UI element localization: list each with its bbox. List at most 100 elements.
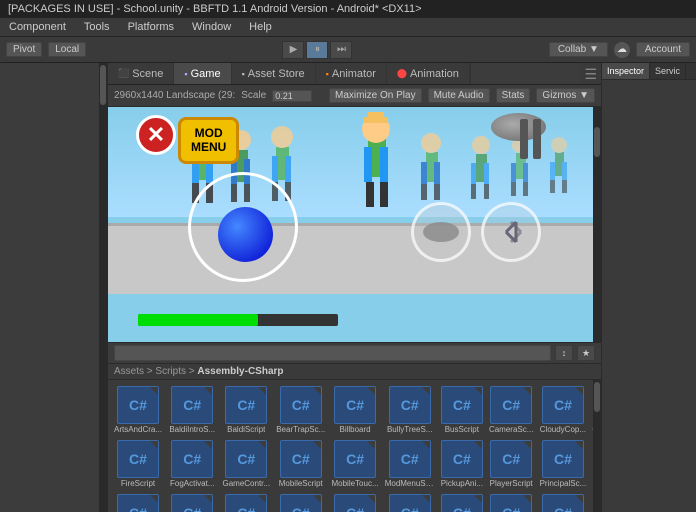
asset-item[interactable]: C#WoodPicku... xyxy=(537,492,588,512)
close-button[interactable]: ✕ xyxy=(136,115,176,155)
asset-item[interactable]: C#BaldiScript xyxy=(220,384,272,436)
pivot-button[interactable]: Pivot xyxy=(6,42,42,57)
assets-scrollbar-thumb xyxy=(594,382,600,412)
asset-item[interactable]: C#PickupAni... xyxy=(439,438,485,490)
asset-item[interactable]: C#BearTrapSc... xyxy=(274,384,327,436)
menu-component[interactable]: Component xyxy=(6,20,69,34)
tab-asset-store-label: Asset Store xyxy=(248,68,305,80)
asset-item[interactable]: C#FireScript xyxy=(112,438,164,490)
animator-icon: ▪ xyxy=(326,69,329,79)
asset-label: MobileTouc... xyxy=(331,479,378,488)
assets-star-btn[interactable]: ★ xyxy=(577,345,595,361)
assets-sort-btn[interactable]: ↕ xyxy=(555,345,573,361)
asset-label: BaldiIntroS... xyxy=(169,425,215,434)
asset-cs-icon: C# xyxy=(117,494,159,512)
asset-cs-icon: C# xyxy=(542,494,584,512)
asset-cs-icon: C# xyxy=(334,440,376,478)
asset-cs-icon: C# xyxy=(389,440,431,478)
left-scrollbar[interactable] xyxy=(99,63,107,512)
asset-item[interactable]: C#SlideshowS... xyxy=(166,492,218,512)
tab-service[interactable]: Servic xyxy=(650,63,686,79)
asset-item[interactable]: C#BullyTreeS... xyxy=(383,384,437,436)
asset-item[interactable]: C#PlayerScript xyxy=(487,438,535,490)
asset-item[interactable]: C#MobileTouc... xyxy=(329,438,380,490)
asset-item[interactable]: C#ArtsAndCra... xyxy=(112,384,164,436)
tab-inspector[interactable]: Inspector xyxy=(602,63,650,79)
tab-close-icon[interactable]: ☰ xyxy=(580,63,601,84)
asset-item[interactable]: C#FogActivat... xyxy=(166,438,218,490)
asset-item[interactable]: C#TreeScript xyxy=(383,492,437,512)
asset-item[interactable]: C#GameContr... xyxy=(220,438,272,490)
mod-menu-button[interactable]: MOD MENU xyxy=(178,117,239,164)
play-controls: ▶ ⏸ ⏭ xyxy=(282,41,352,59)
gizmos-btn[interactable]: Gizmos ▼ xyxy=(536,88,595,103)
cloud-icon[interactable]: ☁ xyxy=(614,42,630,58)
tab-animation-label: Animation xyxy=(410,68,459,80)
collab-button[interactable]: Collab ▼ xyxy=(549,42,608,57)
pause-bars xyxy=(520,119,541,159)
asset-item[interactable]: C#PrincipalSc... xyxy=(537,438,588,490)
asset-item[interactable]: C#CloudyCop... xyxy=(537,384,588,436)
step-button[interactable]: ⏭ xyxy=(330,41,352,59)
asset-label: PrincipalSc... xyxy=(540,479,587,488)
asset-cs-icon: C# xyxy=(117,386,159,424)
app-window: [PACKAGES IN USE] - School.unity - BBFTD… xyxy=(0,0,696,512)
play-button[interactable]: ▶ xyxy=(282,41,304,59)
asset-store-icon: ▪ xyxy=(242,69,245,79)
maximize-btn[interactable]: Maximize On Play xyxy=(329,88,422,103)
menu-help[interactable]: Help xyxy=(246,20,275,34)
menu-bar: Component Tools Platforms Window Help xyxy=(0,18,696,37)
menu-tools[interactable]: Tools xyxy=(81,20,113,34)
assets-search-input[interactable] xyxy=(114,345,551,361)
asset-cs-icon: C# xyxy=(389,494,431,512)
tab-scene[interactable]: ⬛ Scene xyxy=(108,63,174,84)
asset-cs-icon: C# xyxy=(171,440,213,478)
joystick-right-icon xyxy=(491,212,531,252)
viewport-scrollbar[interactable] xyxy=(593,107,601,342)
tab-animator[interactable]: ▪ Animator xyxy=(316,63,387,84)
stats-btn[interactable]: Stats xyxy=(496,88,531,103)
resolution-label: 2960x1440 Landscape (29: xyxy=(114,90,235,101)
asset-item[interactable]: C#SwingingDe... xyxy=(274,492,327,512)
asset-cs-icon: C# xyxy=(334,494,376,512)
asset-item[interactable]: C#RunToggle xyxy=(112,492,164,512)
mod-menu-line1: MOD xyxy=(191,126,226,140)
asset-item[interactable]: C#TrapSpawn... xyxy=(329,492,380,512)
scale-input[interactable] xyxy=(272,90,312,102)
assets-grid-container[interactable]: C#ArtsAndCra...C#BaldiIntroS...C#BaldiSc… xyxy=(108,380,601,512)
assets-breadcrumb: Assets > Scripts > Assembly-CSharp xyxy=(108,364,601,380)
asset-item[interactable]: C#MobileScript xyxy=(274,438,327,490)
asset-cs-icon: C# xyxy=(280,386,322,424)
asset-cs-icon: C# xyxy=(441,440,483,478)
asset-item[interactable]: C#BaldiIntroS... xyxy=(166,384,218,436)
menu-platforms[interactable]: Platforms xyxy=(125,20,177,34)
menu-window[interactable]: Window xyxy=(189,20,234,34)
asset-label: CloudyCop... xyxy=(540,425,586,434)
asset-item[interactable]: C#TutorBaldi... xyxy=(487,492,535,512)
asset-cs-icon: C# xyxy=(389,386,431,424)
asset-item[interactable]: C#BusScript xyxy=(439,384,485,436)
asset-cs-icon: C# xyxy=(441,386,483,424)
pause-bar-1 xyxy=(520,119,528,159)
viewport-scrollbar-thumb xyxy=(594,127,600,157)
asset-item[interactable]: C#ModMenuSc... xyxy=(383,438,437,490)
asset-item[interactable]: C#TreesScript xyxy=(439,492,485,512)
asset-item[interactable]: C#CameraSc... xyxy=(487,384,535,436)
assets-scrollbar[interactable] xyxy=(593,380,601,512)
joystick-right[interactable] xyxy=(481,202,541,262)
tab-spacer xyxy=(470,63,581,84)
game-viewport: ✕ MOD MENU xyxy=(108,107,601,342)
asset-label: BearTrapSc... xyxy=(276,425,325,434)
tab-game[interactable]: ▪ Game xyxy=(174,63,231,84)
account-button[interactable]: Account xyxy=(636,42,690,57)
tab-animation[interactable]: ⬤ Animation xyxy=(387,63,470,84)
pause-button[interactable]: ⏸ xyxy=(306,41,328,59)
joystick-left[interactable] xyxy=(411,202,471,262)
asset-label: GameContr... xyxy=(222,479,270,488)
asset-item[interactable]: C#Billboard xyxy=(329,384,380,436)
tab-asset-store[interactable]: ▪ Asset Store xyxy=(232,63,316,84)
asset-item[interactable]: C#StartScript xyxy=(220,492,272,512)
local-button[interactable]: Local xyxy=(48,42,86,57)
mute-btn[interactable]: Mute Audio xyxy=(428,88,490,103)
assets-grid: C#ArtsAndCra...C#BaldiIntroS...C#BaldiSc… xyxy=(112,384,597,512)
